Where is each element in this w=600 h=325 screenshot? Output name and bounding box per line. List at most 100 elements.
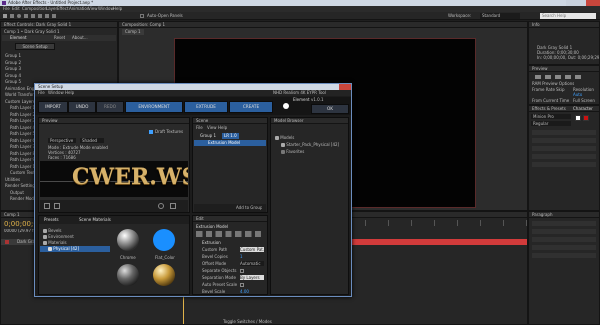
scene-menu-file[interactable]: File xyxy=(196,125,203,130)
prop-value[interactable]: 1 xyxy=(240,254,243,260)
edit-prop-row[interactable]: Auto Preset Scale xyxy=(194,282,266,288)
paragraph-tab[interactable]: Paragraph xyxy=(532,212,553,218)
edit-prop-row[interactable]: Custom Path Custom Pat... xyxy=(194,247,266,253)
param-row[interactable]: Group 3 xyxy=(2,66,116,72)
prop-value[interactable]: Custom Pat... xyxy=(240,247,264,252)
character-tab[interactable]: Character xyxy=(573,106,593,112)
dialog-preview-tab[interactable]: Preview xyxy=(42,118,58,124)
effects-presets-panel: Effects & Presets Character Minion Pro R… xyxy=(528,105,600,211)
reset-link[interactable]: Reset xyxy=(54,35,65,41)
edit-prop-row[interactable]: Separate Objects xyxy=(194,268,266,274)
prop-value[interactable]: 4.00 xyxy=(240,289,249,295)
brush-tool-icon[interactable] xyxy=(52,14,56,18)
edit-prop-row[interactable]: Bevel Copies 1 xyxy=(194,254,266,260)
paragraph-controls[interactable] xyxy=(532,221,596,261)
model-tree-item[interactable]: Starter_Pack_Physical [42] xyxy=(271,142,348,148)
dialog-preview-header: Preview xyxy=(39,118,189,124)
element-label: Element xyxy=(293,97,310,102)
pen-tool-icon[interactable] xyxy=(38,14,42,18)
ok-button[interactable]: OK xyxy=(311,104,349,114)
about-link[interactable]: About... xyxy=(72,35,88,41)
ae-app-icon xyxy=(2,1,6,5)
camera-reset-icon[interactable] xyxy=(44,203,50,209)
scene-model-row[interactable]: Extrusion Model xyxy=(194,140,266,146)
workspace-dropdown[interactable]: Standard xyxy=(480,13,520,19)
composition-tab[interactable]: Composition: Comp 1 xyxy=(122,22,165,28)
play-controls[interactable] xyxy=(535,75,585,79)
preview-tab[interactable]: Preview xyxy=(532,66,548,72)
full-screen-label[interactable]: Full Screen xyxy=(573,98,595,103)
prop-value[interactable]: Automatic xyxy=(240,261,264,266)
presets-tab[interactable]: Presets xyxy=(44,216,59,224)
from-current-time-label[interactable]: From Current Time xyxy=(532,98,569,103)
prop-name: Auto Preset Scale xyxy=(202,282,238,287)
redo-button[interactable]: REDO xyxy=(96,101,124,113)
auto-open-checkbox[interactable] xyxy=(140,14,144,18)
edit-prop-row[interactable]: Offset Mode Automatic xyxy=(194,261,266,267)
prop-value[interactable]: By Layers xyxy=(240,275,264,280)
resolution-dropdown[interactable]: Auto xyxy=(573,92,582,97)
camera-tool-icon[interactable] xyxy=(31,14,35,18)
scene-menu-help[interactable]: Help xyxy=(218,125,227,130)
font-dropdown[interactable]: Minion Pro xyxy=(531,114,571,119)
fx-row[interactable]: Element Reset About... xyxy=(2,35,116,41)
info-tab[interactable]: Info xyxy=(532,22,540,28)
effect-controls-tab[interactable]: Effect Controls: Dark Gray Solid 1 xyxy=(4,22,71,28)
dialog-menu-window[interactable]: Window xyxy=(48,90,64,96)
material-thumb-gold[interactable] xyxy=(153,264,175,286)
auto-preset-scale-checkbox[interactable] xyxy=(240,283,244,287)
edit-tool-icons[interactable] xyxy=(196,231,266,237)
timeline-tab[interactable]: Comp 1 xyxy=(4,212,20,218)
text-tool-icon[interactable] xyxy=(45,14,49,18)
param-row[interactable]: Group 1 xyxy=(2,53,116,59)
fill-color-swatch[interactable] xyxy=(575,115,581,121)
dialog-menu-help[interactable]: Help xyxy=(65,90,74,96)
character-controls[interactable] xyxy=(532,130,596,170)
add-to-group-button[interactable]: Add to Group xyxy=(236,204,262,212)
effects-presets-tab[interactable]: Effects & Presets xyxy=(532,106,566,112)
rotate-tool-icon[interactable] xyxy=(24,14,28,18)
create-button[interactable]: CREATE xyxy=(229,101,273,113)
zoom-tool-icon[interactable] xyxy=(17,14,21,18)
param-row[interactable]: Group 4 xyxy=(2,73,116,79)
layer-color-label[interactable] xyxy=(5,240,9,244)
hand-tool-icon[interactable] xyxy=(10,14,14,18)
selection-tool-icon[interactable] xyxy=(3,14,7,18)
workspace-label: Workspace: xyxy=(448,13,472,18)
preset-item[interactable]: Physical [42] xyxy=(40,246,110,252)
scene-group-row[interactable]: Group 1 LR 1.0 xyxy=(194,133,266,139)
font-style-dropdown[interactable]: Regular xyxy=(531,121,571,126)
extrude-button[interactable]: EXTRUDE xyxy=(184,101,228,113)
material-thumb-flat-color[interactable] xyxy=(153,229,175,251)
scene-tab[interactable]: Scene xyxy=(196,118,208,124)
undo-button[interactable]: UNDO xyxy=(68,101,96,113)
shading-dropdown[interactable]: Shaded xyxy=(80,138,104,143)
toggle-switches-modes[interactable]: Toggle Switches / Modes xyxy=(223,319,272,325)
import-button[interactable]: IMPORT xyxy=(38,101,68,113)
edit-prop-row[interactable]: Bevel Scale 4.00 xyxy=(194,289,266,295)
axis-icon[interactable] xyxy=(54,203,60,209)
composition-subtab[interactable]: Comp 1 xyxy=(122,29,144,35)
sync-icon[interactable] xyxy=(283,103,289,109)
scene-setup-button[interactable]: Scene Setup xyxy=(15,43,55,50)
perspective-dropdown[interactable]: Perspective xyxy=(48,138,76,143)
scene-menu-view[interactable]: View xyxy=(207,125,217,130)
draft-textures-checkbox[interactable] xyxy=(149,130,153,134)
edit-prop-row[interactable]: Separation Mode By Layers xyxy=(194,275,266,281)
light-icon[interactable] xyxy=(158,203,164,209)
material-thumb-steel[interactable] xyxy=(117,264,139,286)
material-thumb-chrome[interactable] xyxy=(117,229,139,251)
model-browser-tab[interactable]: Model Browser xyxy=(274,118,304,124)
scene-materials-tab[interactable]: Scene Materials xyxy=(79,216,111,224)
param-row[interactable]: Group 2 xyxy=(2,60,116,66)
environment-button[interactable]: ENVIRONMENT xyxy=(125,101,183,113)
model-tree-item[interactable]: Favorites xyxy=(271,149,348,155)
stroke-color-swatch[interactable] xyxy=(583,115,589,121)
search-help-input[interactable]: Search Help xyxy=(540,13,596,19)
render-icon[interactable] xyxy=(170,203,176,209)
edit-tab[interactable]: Edit xyxy=(196,216,204,222)
model-tree-item[interactable]: Models xyxy=(271,135,348,141)
separate-objects-checkbox[interactable] xyxy=(240,269,244,273)
preview-viewport[interactable]: CWER.WS xyxy=(40,161,188,197)
dialog-menu-file[interactable]: File xyxy=(38,90,45,96)
